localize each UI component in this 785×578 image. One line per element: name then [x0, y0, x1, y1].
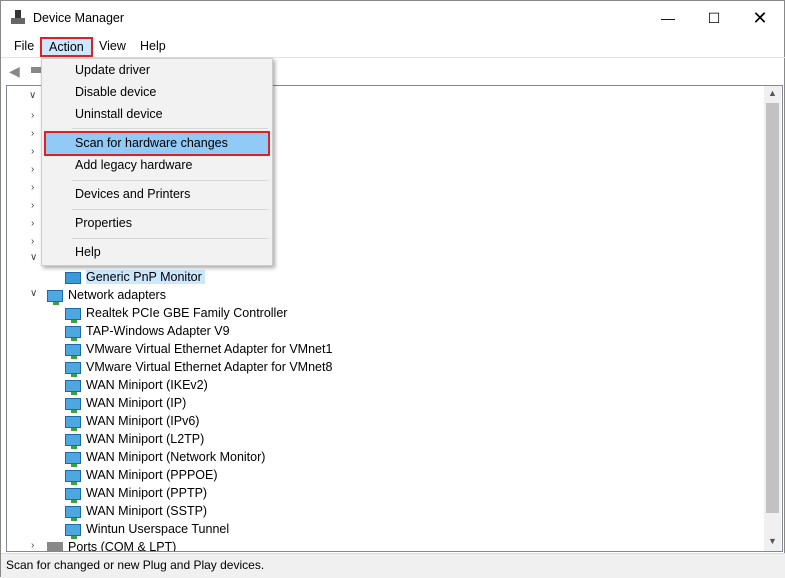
tree-item-network-adapter[interactable]: Realtek PCIe GBE Family Controller: [65, 304, 287, 323]
menu-file[interactable]: File: [7, 37, 41, 57]
network-adapter-icon: [65, 325, 81, 341]
tree-item-network-adapter[interactable]: WAN Miniport (IP): [65, 394, 186, 413]
tree-item-network-adapter[interactable]: WAN Miniport (IKEv2): [65, 376, 208, 395]
chevron-down-icon[interactable]: ∨: [30, 252, 37, 263]
chevron-down-icon[interactable]: ∨: [30, 288, 37, 299]
network-adapter-icon: [65, 307, 81, 323]
tree-item-network-adapter[interactable]: WAN Miniport (IPv6): [65, 412, 199, 431]
network-adapter-icon: [65, 343, 81, 359]
chevron-right-icon[interactable]: ›: [31, 128, 34, 139]
monitor-icon: [65, 271, 81, 284]
menu-item-disable-device[interactable]: Disable device: [44, 81, 270, 103]
scrollbar-thumb[interactable]: [766, 103, 779, 513]
network-adapter-icon: [65, 361, 81, 377]
tree-item-network-adapters[interactable]: Network adapters: [47, 286, 166, 305]
network-adapter-icon: [65, 433, 81, 449]
tree-item-network-adapter[interactable]: WAN Miniport (SSTP): [65, 502, 207, 521]
tree-item-ports[interactable]: Ports (COM & LPT): [47, 538, 176, 551]
tree-item-network-adapter[interactable]: WAN Miniport (Network Monitor): [65, 448, 265, 467]
scroll-down-icon[interactable]: ▼: [768, 536, 777, 546]
menu-help[interactable]: Help: [133, 37, 173, 57]
menu-item-help[interactable]: Help: [44, 241, 270, 263]
chevron-down-icon[interactable]: ∨: [29, 90, 36, 101]
chevron-right-icon[interactable]: ›: [31, 164, 34, 175]
menu-separator: [72, 128, 268, 129]
chevron-right-icon[interactable]: ›: [31, 540, 34, 551]
tree-item-network-adapter[interactable]: WAN Miniport (PPTP): [65, 484, 207, 503]
tree-item-network-adapter[interactable]: TAP-Windows Adapter V9: [65, 322, 230, 341]
app-icon: [11, 10, 25, 26]
tree-item-network-adapter[interactable]: VMware Virtual Ethernet Adapter for VMne…: [65, 340, 332, 359]
close-button[interactable]: ✕: [737, 1, 783, 35]
minimize-button[interactable]: —: [645, 1, 691, 35]
maximize-button[interactable]: ☐: [691, 1, 737, 35]
chevron-right-icon[interactable]: ›: [31, 236, 34, 247]
menu-view[interactable]: View: [92, 37, 133, 57]
chevron-right-icon[interactable]: ›: [31, 218, 34, 229]
tree-item-generic-pnp-monitor[interactable]: Generic PnP Monitor: [65, 268, 205, 286]
tree-item-network-adapter[interactable]: WAN Miniport (PPPOE): [65, 466, 218, 485]
menu-separator: [72, 238, 268, 239]
action-dropdown-menu: Update driver Disable device Uninstall d…: [41, 58, 273, 266]
network-adapter-icon: [65, 469, 81, 485]
chevron-right-icon[interactable]: ›: [31, 146, 34, 157]
scroll-up-icon[interactable]: ▲: [768, 88, 777, 98]
tree-item-network-adapter[interactable]: WAN Miniport (L2TP): [65, 430, 204, 449]
device-manager-window: Device Manager — ☐ ✕ File Action View He…: [0, 0, 785, 578]
chevron-right-icon[interactable]: ›: [31, 200, 34, 211]
vertical-scrollbar[interactable]: ▲ ▼: [764, 86, 781, 551]
window-title: Device Manager: [33, 11, 125, 25]
network-adapter-icon: [47, 289, 63, 305]
menu-item-add-legacy-hardware[interactable]: Add legacy hardware: [44, 154, 270, 176]
port-icon: [47, 541, 63, 551]
menu-item-scan-hardware-changes[interactable]: Scan for hardware changes: [44, 131, 270, 156]
menu-item-update-driver[interactable]: Update driver: [44, 59, 270, 81]
menu-item-devices-and-printers[interactable]: Devices and Printers: [44, 183, 270, 205]
menu-item-uninstall-device[interactable]: Uninstall device: [44, 103, 270, 125]
tree-item-network-adapter[interactable]: VMware Virtual Ethernet Adapter for VMne…: [65, 358, 332, 377]
network-adapter-icon: [65, 523, 81, 539]
tree-item-network-adapter[interactable]: Wintun Userspace Tunnel: [65, 520, 229, 539]
menu-separator: [72, 180, 268, 181]
chevron-right-icon[interactable]: ›: [31, 110, 34, 121]
menu-separator: [72, 209, 268, 210]
chevron-right-icon[interactable]: ›: [31, 182, 34, 193]
network-adapter-icon: [65, 415, 81, 431]
forward-icon[interactable]: [31, 67, 41, 73]
menu-item-properties[interactable]: Properties: [44, 212, 270, 234]
status-bar: Scan for changed or new Plug and Play de…: [1, 553, 785, 578]
menu-action[interactable]: Action: [40, 37, 93, 57]
network-adapter-icon: [65, 397, 81, 413]
network-adapter-icon: [65, 379, 81, 395]
network-adapter-icon: [65, 487, 81, 503]
back-icon[interactable]: ◀: [9, 63, 20, 80]
network-adapter-icon: [65, 505, 81, 521]
network-adapter-icon: [65, 451, 81, 467]
